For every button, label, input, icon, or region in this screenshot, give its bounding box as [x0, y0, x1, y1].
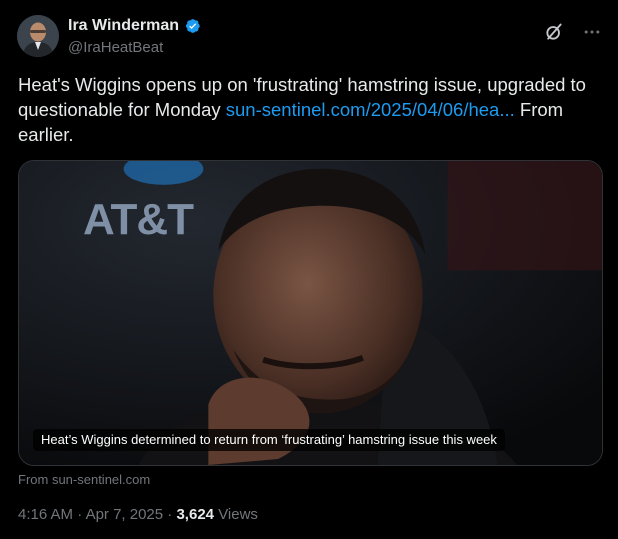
more-options-icon[interactable]	[582, 22, 602, 42]
avatar[interactable]	[17, 15, 59, 57]
link-card[interactable]: AT&T Heat’s Wiggins determined to return…	[18, 160, 603, 466]
avatar-image	[17, 15, 59, 57]
tweet-date[interactable]: Apr 7, 2025	[86, 506, 164, 523]
card-headline: Heat’s Wiggins determined to return from…	[33, 429, 505, 451]
grok-icon[interactable]	[544, 22, 564, 42]
author-handle[interactable]: @IraHeatBeat	[68, 39, 163, 56]
meta-separator-2: ·	[167, 506, 173, 523]
tweet-text: Heat's Wiggins opens up on 'frustrating'…	[18, 72, 608, 147]
verified-badge-icon	[185, 19, 200, 33]
background-logo-text: AT&T	[83, 195, 194, 244]
tweet-link[interactable]: sun-sentinel.com/2025/04/06/hea...	[226, 99, 515, 120]
tweet-meta: 4:16 AM · Apr 7, 2025 · 3,624 Views	[18, 506, 258, 523]
views-count: 3,624	[176, 506, 215, 523]
top-actions	[544, 22, 602, 42]
views-label: Views	[218, 506, 258, 523]
meta-separator: ·	[77, 506, 83, 523]
card-source[interactable]: From sun-sentinel.com	[18, 472, 150, 487]
author-display-name[interactable]: Ira Winderman	[68, 17, 179, 35]
tweet: Ira Winderman @IraHeatBeat Heat's Wiggin…	[0, 0, 618, 539]
author-name-row: Ira Winderman	[68, 17, 201, 35]
tweet-time[interactable]: 4:16 AM	[18, 506, 73, 523]
